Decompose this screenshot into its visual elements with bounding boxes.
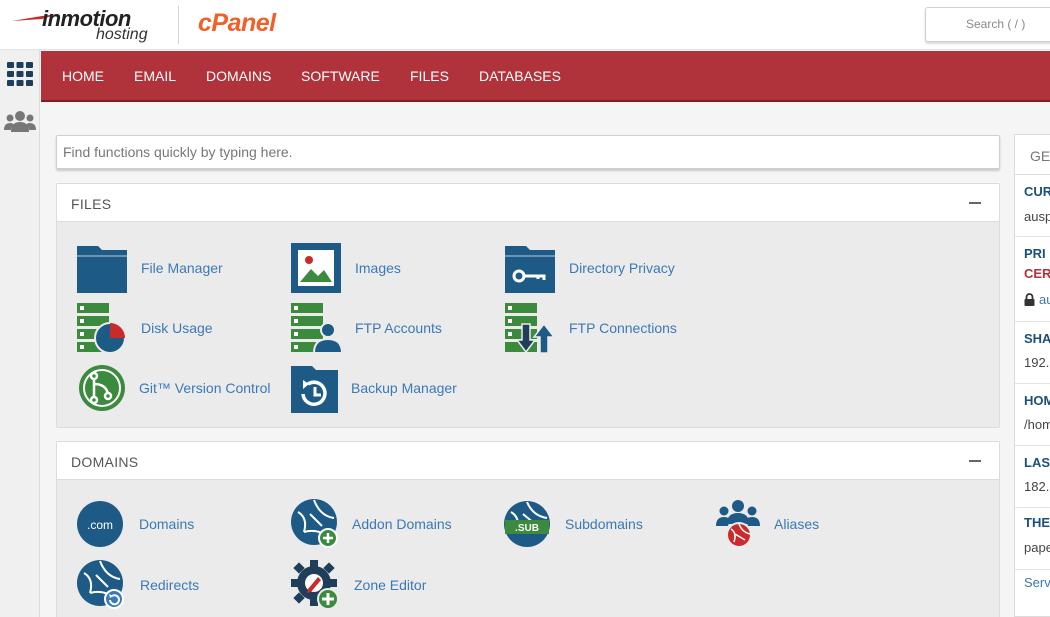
info-value: 192. xyxy=(1024,355,1050,370)
info-row-primary-domain: PRI CER au xyxy=(1015,237,1050,322)
backup-manager-icon xyxy=(291,366,338,413)
info-row-home-directory: HOM /hom xyxy=(1015,384,1050,446)
logo-text-bottom: hosting xyxy=(96,26,148,43)
file-manager-icon xyxy=(77,246,127,293)
zone-editor-item[interactable]: Zone Editor xyxy=(290,559,480,611)
collapse-icon[interactable] xyxy=(969,460,981,462)
nav-software[interactable]: SOFTWARE xyxy=(301,68,380,84)
item-label: Domains xyxy=(139,516,195,532)
item-label: Directory Privacy xyxy=(569,260,675,276)
info-key: HOM xyxy=(1024,393,1050,408)
files-panel: FILES File Manager Images Directory Priv… xyxy=(56,183,1000,428)
domains-panel: DOMAINS .com Domains Addon Domains .SUB … xyxy=(56,441,1000,617)
nav-home[interactable]: HOME xyxy=(62,68,104,84)
info-key: SHA xyxy=(1024,331,1050,346)
domains-panel-header[interactable]: DOMAINS xyxy=(57,442,999,480)
ftp-accounts-item[interactable]: FTP Accounts xyxy=(290,302,480,354)
main-nav: HOME EMAIL DOMAINS SOFTWARE FILES DATABA… xyxy=(41,51,1050,102)
item-label: Backup Manager xyxy=(351,380,457,396)
files-panel-title: FILES xyxy=(71,196,112,212)
domains-icon: .com xyxy=(77,501,123,547)
find-functions-input[interactable] xyxy=(56,135,1000,169)
info-value: 182. xyxy=(1024,479,1050,494)
server-info-link[interactable]: Serv xyxy=(1024,575,1050,590)
aliases-item[interactable]: Aliases xyxy=(714,498,904,550)
item-label: Subdomains xyxy=(565,516,643,532)
domains-panel-title: DOMAINS xyxy=(71,454,139,470)
item-label: Images xyxy=(355,260,401,276)
item-label: Addon Domains xyxy=(352,516,452,532)
inmotion-hosting-logo[interactable]: inmotion hosting xyxy=(12,4,162,46)
info-value: ausp xyxy=(1024,209,1050,224)
info-row-shared-ip: SHA 192. xyxy=(1015,322,1050,384)
info-row-last-login: LAS 182. xyxy=(1015,446,1050,508)
left-sidebar xyxy=(0,50,40,617)
item-label: FTP Connections xyxy=(569,320,677,336)
ftp-accounts-icon xyxy=(291,303,342,354)
item-label: Aliases xyxy=(774,516,820,532)
domain-badge: .com xyxy=(87,518,113,532)
file-manager-item[interactable]: File Manager xyxy=(76,242,266,294)
subdomain-badge: .SUB xyxy=(515,523,539,534)
addon-domains-item[interactable]: Addon Domains xyxy=(290,498,480,550)
item-label: File Manager xyxy=(141,260,223,276)
info-row-current-user: CUR ausp xyxy=(1015,176,1050,237)
redirects-icon xyxy=(77,560,124,609)
subdomains-icon: .SUB xyxy=(504,501,550,547)
addon-domains-icon xyxy=(291,499,338,548)
redirects-item[interactable]: Redirects xyxy=(76,559,266,611)
cpanel-logo[interactable]: cPanel xyxy=(198,9,276,38)
info-key: CUR xyxy=(1024,184,1050,199)
info-domain-link[interactable]: au xyxy=(1039,292,1050,307)
general-info-panel: GE CUR ausp PRI CER au SHA 192. HOM /hom… xyxy=(1014,134,1050,617)
git-version-control-item[interactable]: Git™ Version Control xyxy=(76,362,286,414)
zone-editor-icon xyxy=(291,560,339,610)
info-key: THE xyxy=(1024,515,1050,530)
images-item[interactable]: Images xyxy=(290,242,480,294)
backup-manager-item[interactable]: Backup Manager xyxy=(290,362,480,414)
top-header: inmotion hosting cPanel Search ( / ) xyxy=(0,0,1050,50)
info-row-theme: THE pape xyxy=(1015,508,1050,570)
info-value: /hom xyxy=(1024,417,1050,432)
directory-privacy-item[interactable]: Directory Privacy xyxy=(504,242,704,294)
users-icon[interactable] xyxy=(4,106,36,138)
info-key: LAS xyxy=(1024,455,1050,470)
info-warning: CER xyxy=(1024,266,1050,281)
global-search-input[interactable]: Search ( / ) xyxy=(925,7,1050,42)
grid-icon[interactable] xyxy=(4,58,36,90)
ftp-connections-icon xyxy=(505,303,556,354)
item-label: Disk Usage xyxy=(141,320,213,336)
disk-usage-item[interactable]: Disk Usage xyxy=(76,302,266,354)
info-key: PRI xyxy=(1024,246,1046,261)
ftp-connections-item[interactable]: FTP Connections xyxy=(504,302,704,354)
nav-databases[interactable]: DATABASES xyxy=(479,68,561,84)
images-icon xyxy=(291,243,341,293)
item-label: Zone Editor xyxy=(354,577,427,593)
files-panel-header[interactable]: FILES xyxy=(57,184,999,222)
subdomains-item[interactable]: .SUB Subdomains xyxy=(503,498,693,550)
disk-usage-icon xyxy=(77,303,126,354)
directory-privacy-icon xyxy=(505,246,555,293)
git-icon xyxy=(79,365,125,411)
collapse-icon[interactable] xyxy=(969,202,981,204)
item-label: Git™ Version Control xyxy=(139,380,271,396)
item-label: FTP Accounts xyxy=(355,320,442,336)
lock-icon xyxy=(1024,293,1035,306)
nav-domains[interactable]: DOMAINS xyxy=(206,68,271,84)
nav-files[interactable]: FILES xyxy=(410,68,449,84)
nav-email[interactable]: EMAIL xyxy=(134,68,176,84)
aliases-icon xyxy=(716,500,760,548)
info-value: pape xyxy=(1024,540,1050,555)
item-label: Redirects xyxy=(140,577,200,593)
domains-item[interactable]: .com Domains xyxy=(76,498,266,550)
general-info-title: GE xyxy=(1015,135,1050,175)
logo-divider xyxy=(178,6,179,44)
